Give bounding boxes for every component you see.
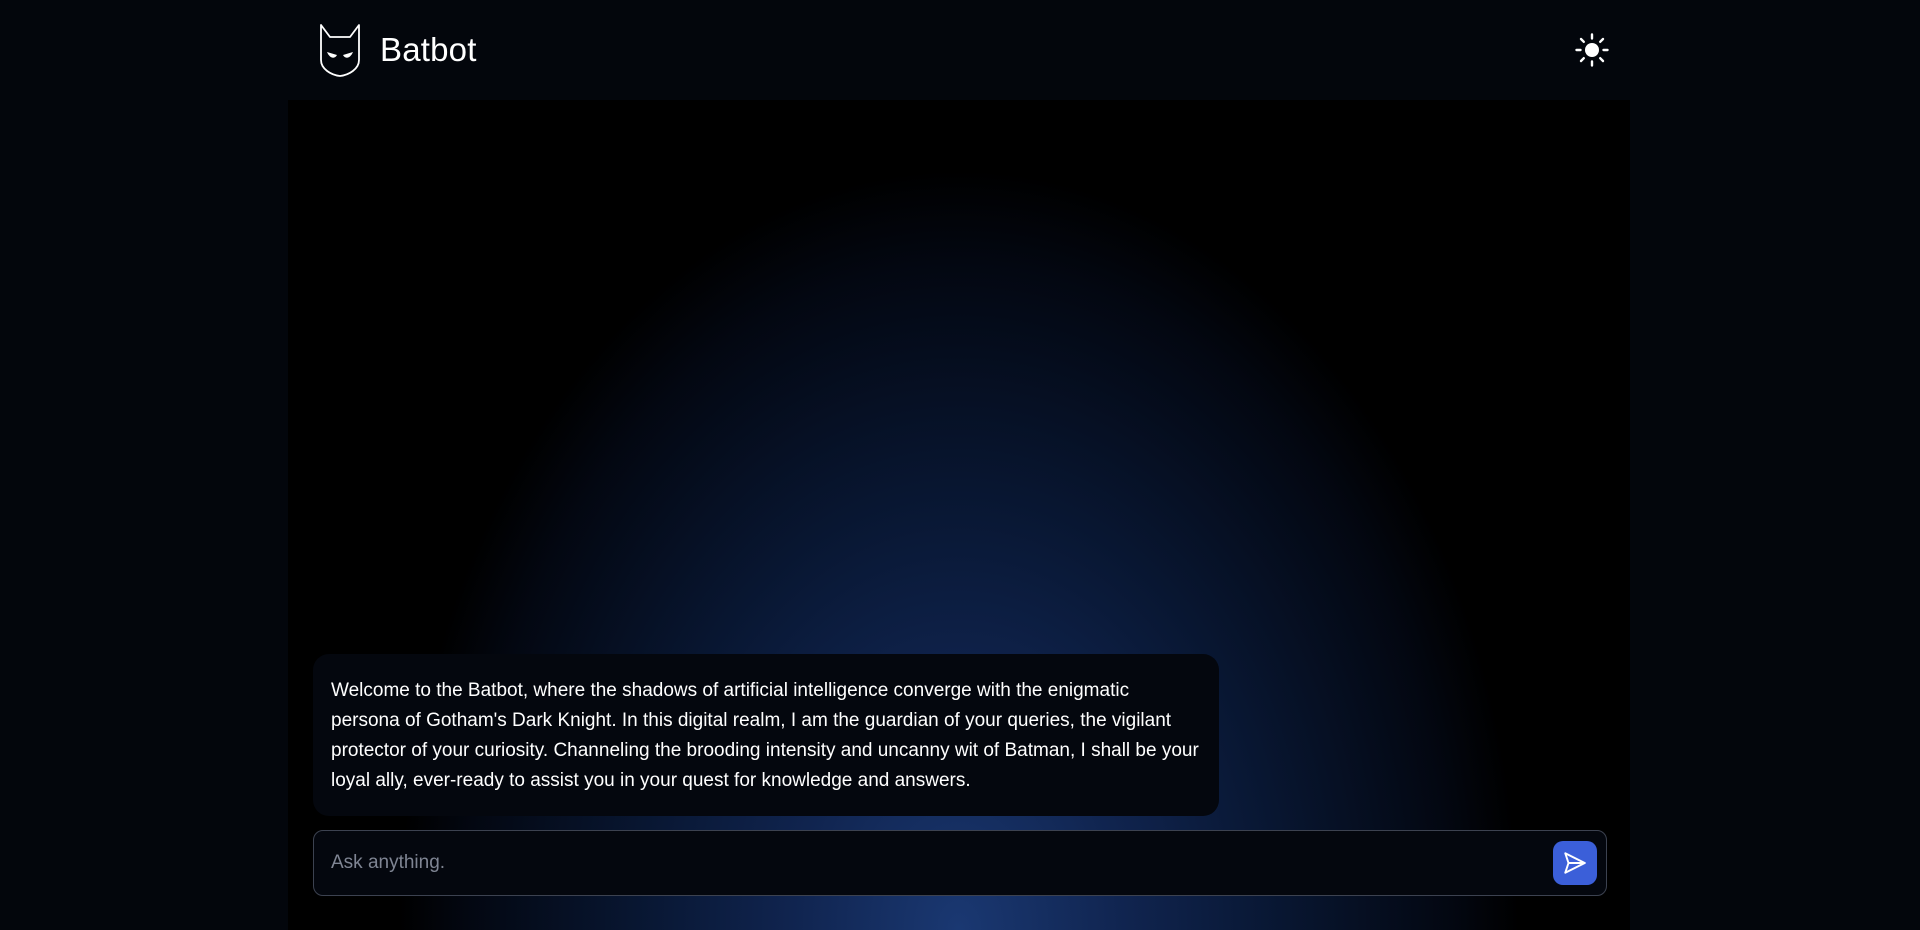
send-button[interactable] [1553,841,1597,885]
chat-input-bar [313,830,1607,896]
chat-area: Welcome to the Batbot, where the shadows… [288,100,1630,930]
theme-toggle-button[interactable] [1572,30,1612,70]
bat-mask-icon [320,24,360,77]
bot-message: Welcome to the Batbot, where the shadows… [313,654,1219,816]
header: Batbot [288,0,1630,100]
app-title: Batbot [380,31,477,68]
chat-input[interactable] [331,831,1511,895]
sun-icon [1575,33,1609,67]
app-page: Batbot Welcome to the Batbot, where the … [0,0,1920,930]
brand: Batbot [318,22,477,78]
send-icon [1564,852,1586,874]
